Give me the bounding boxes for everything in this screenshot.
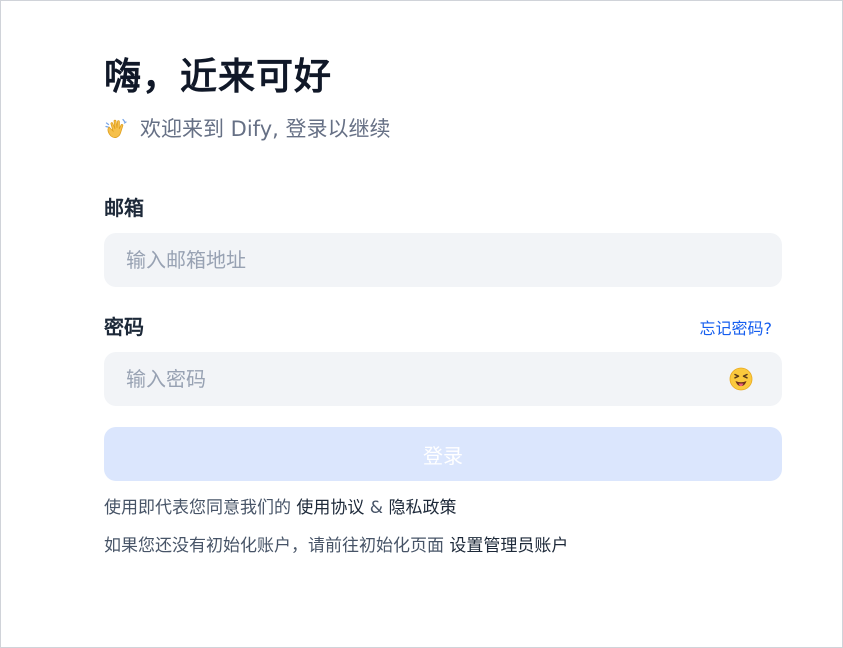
terms-of-use-link[interactable]: 使用协议 [296, 498, 364, 518]
privacy-policy-link[interactable]: 隐私政策 [388, 498, 456, 518]
email-input-box[interactable] [104, 233, 782, 287]
email-label: 邮箱 [104, 196, 144, 220]
terms-prefix: 使用即代表您同意我们的 [104, 498, 297, 518]
setup-prefix: 如果您还没有初始化账户，请前往初始化页面 [104, 536, 450, 556]
tongue-out-emoji-icon[interactable] [728, 366, 754, 392]
forgot-password-link[interactable]: 忘记密码? [700, 315, 773, 339]
setup-notice: 如果您还没有初始化账户，请前往初始化页面 设置管理员账户 [104, 533, 782, 559]
password-label-row: 密码 忘记密码? [104, 313, 782, 341]
email-input[interactable] [126, 233, 760, 287]
subtitle-text: 欢迎来到 Dify, 登录以继续 [140, 117, 391, 141]
password-input[interactable] [126, 352, 760, 406]
email-label-row: 邮箱 [104, 194, 782, 222]
login-window: 嗨，近来可好 欢迎来到 Dify, 登录以继续 邮箱 密码 忘记密码? [0, 0, 843, 648]
password-label: 密码 [104, 315, 144, 339]
terms-notice: 使用即代表您同意我们的 使用协议 & 隐私政策 [104, 495, 782, 521]
page-subtitle: 欢迎来到 Dify, 登录以继续 [104, 115, 782, 143]
waving-hand-icon [104, 116, 130, 142]
terms-separator: & [364, 498, 389, 518]
login-form: 嗨，近来可好 欢迎来到 Dify, 登录以继续 邮箱 密码 忘记密码? [104, 53, 782, 559]
password-input-box[interactable] [104, 352, 782, 406]
setup-admin-link[interactable]: 设置管理员账户 [449, 536, 568, 556]
page-title: 嗨，近来可好 [104, 55, 332, 98]
login-button[interactable]: 登录 [104, 427, 782, 481]
